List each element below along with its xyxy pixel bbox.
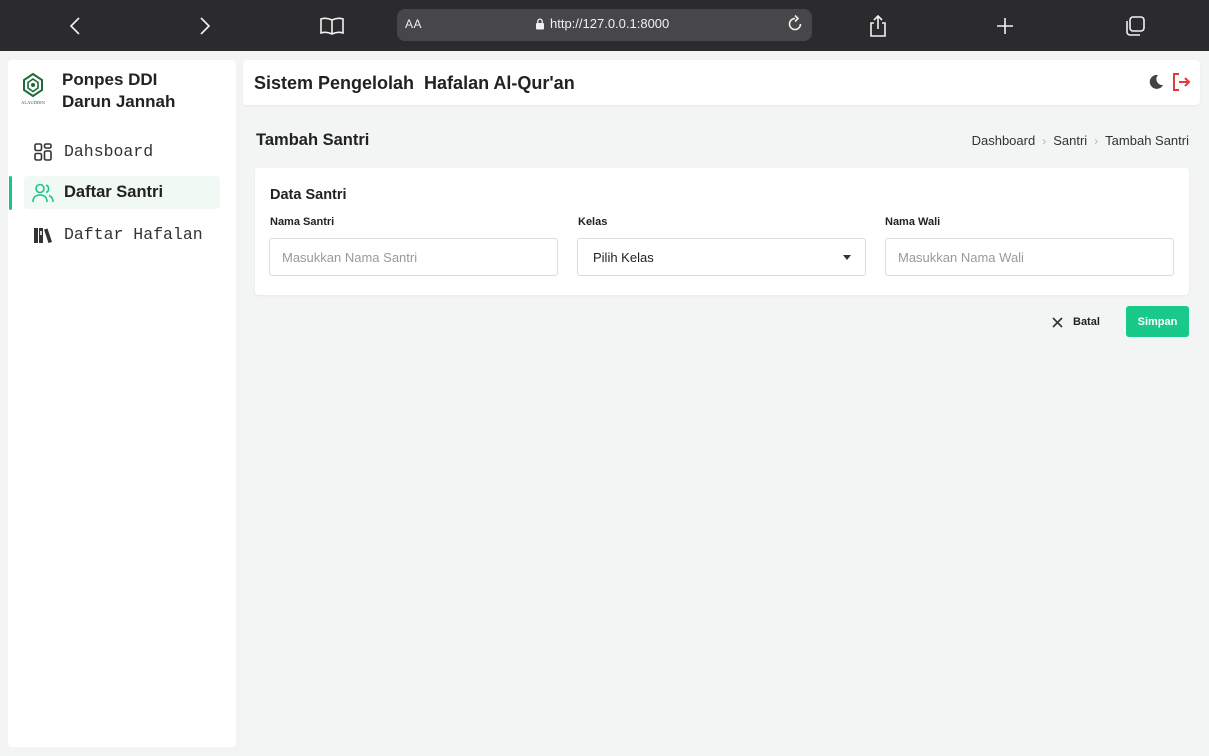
sidebar-item-dashboard[interactable]: Dahsboard (24, 135, 220, 168)
dashboard-icon (32, 141, 54, 163)
back-button[interactable] (60, 0, 90, 51)
users-icon (32, 182, 54, 204)
sidebar-item-daftar-hafalan[interactable]: Daftar Hafalan (24, 218, 220, 251)
save-button[interactable]: Simpan (1126, 306, 1189, 337)
url-text: http://127.0.0.1:8000 (550, 16, 670, 31)
cancel-label: Batal (1073, 316, 1100, 328)
dark-mode-toggle[interactable] (1148, 74, 1164, 94)
book-icon (320, 17, 344, 35)
new-tab-button[interactable] (993, 0, 1017, 51)
kelas-selected-value: Pilih Kelas (593, 249, 654, 265)
books-icon (32, 224, 54, 246)
school-logo: ALAUDDIN (21, 72, 46, 105)
lock-icon (536, 17, 544, 29)
chevron-left-icon (69, 16, 80, 35)
app-title: Sistem Pengelolah Hafalan Al-Qur'an (254, 73, 575, 93)
breadcrumb: Dashboard › Santri › Tambah Santri (972, 133, 1189, 148)
sidebar-item-label: Daftar Santri (64, 183, 164, 201)
nama-santri-label: Nama Santri (270, 216, 335, 228)
bookmarks-button[interactable] (318, 0, 346, 51)
browser-toolbar: AA http://127.0.0.1:8000 (0, 0, 1209, 51)
chevron-right-icon: › (1042, 133, 1047, 148)
svg-text:ALAUDDIN: ALAUDDIN (21, 100, 45, 105)
chevron-right-icon (200, 16, 211, 35)
sidebar-item-daftar-santri[interactable]: Daftar Santri (24, 176, 220, 209)
app-header: Sistem Pengelolah Hafalan Al-Qur'an (243, 60, 1200, 105)
forward-button[interactable] (190, 0, 220, 51)
brand-line-2: Darun Jannah (62, 92, 176, 111)
logout-icon (1173, 73, 1191, 91)
kelas-label: Kelas (578, 216, 608, 228)
sidebar: ALAUDDIN Ponpes DDI Darun Jannah Dahsboa… (8, 60, 236, 747)
chevron-right-icon: › (1094, 133, 1099, 148)
brand-line-1: Ponpes DDI (62, 70, 158, 89)
page-title: Tambah Santri (256, 131, 370, 149)
logout-button[interactable] (1171, 72, 1191, 96)
card-title: Data Santri (270, 187, 347, 203)
nama-wali-label: Nama Wali (885, 216, 941, 228)
share-icon (870, 14, 886, 37)
tabs-button[interactable] (1122, 0, 1148, 51)
sidebar-item-label: Dahsboard (64, 142, 154, 161)
tabs-icon (1126, 15, 1145, 36)
reload-icon (788, 14, 802, 31)
text-size-button[interactable]: AA (405, 17, 422, 31)
active-indicator (9, 176, 12, 210)
address-bar[interactable]: AA http://127.0.0.1:8000 (397, 9, 812, 41)
breadcrumb-santri[interactable]: Santri (1053, 133, 1087, 148)
breadcrumb-current: Tambah Santri (1105, 133, 1189, 148)
breadcrumb-dashboard[interactable]: Dashboard (972, 133, 1036, 148)
caret-down-icon (843, 254, 851, 260)
brand-name: Ponpes DDI Darun Jannah (62, 69, 175, 113)
brand[interactable]: ALAUDDIN Ponpes DDI Darun Jannah (20, 69, 175, 113)
moon-icon (1149, 74, 1163, 89)
url-display[interactable]: http://127.0.0.1:8000 (535, 16, 669, 31)
share-button[interactable] (866, 0, 890, 51)
data-santri-card: Data Santri Nama Santri Kelas Pilih Kela… (255, 168, 1189, 295)
nama-wali-input[interactable] (885, 238, 1174, 276)
close-icon (1052, 316, 1063, 328)
kelas-select[interactable]: Pilih Kelas (577, 238, 866, 276)
nama-santri-input[interactable] (269, 238, 558, 276)
reload-button[interactable] (784, 13, 806, 39)
cancel-button[interactable]: Batal (1052, 310, 1100, 334)
sidebar-item-label: Daftar Hafalan (64, 225, 203, 244)
plus-icon (997, 17, 1013, 34)
